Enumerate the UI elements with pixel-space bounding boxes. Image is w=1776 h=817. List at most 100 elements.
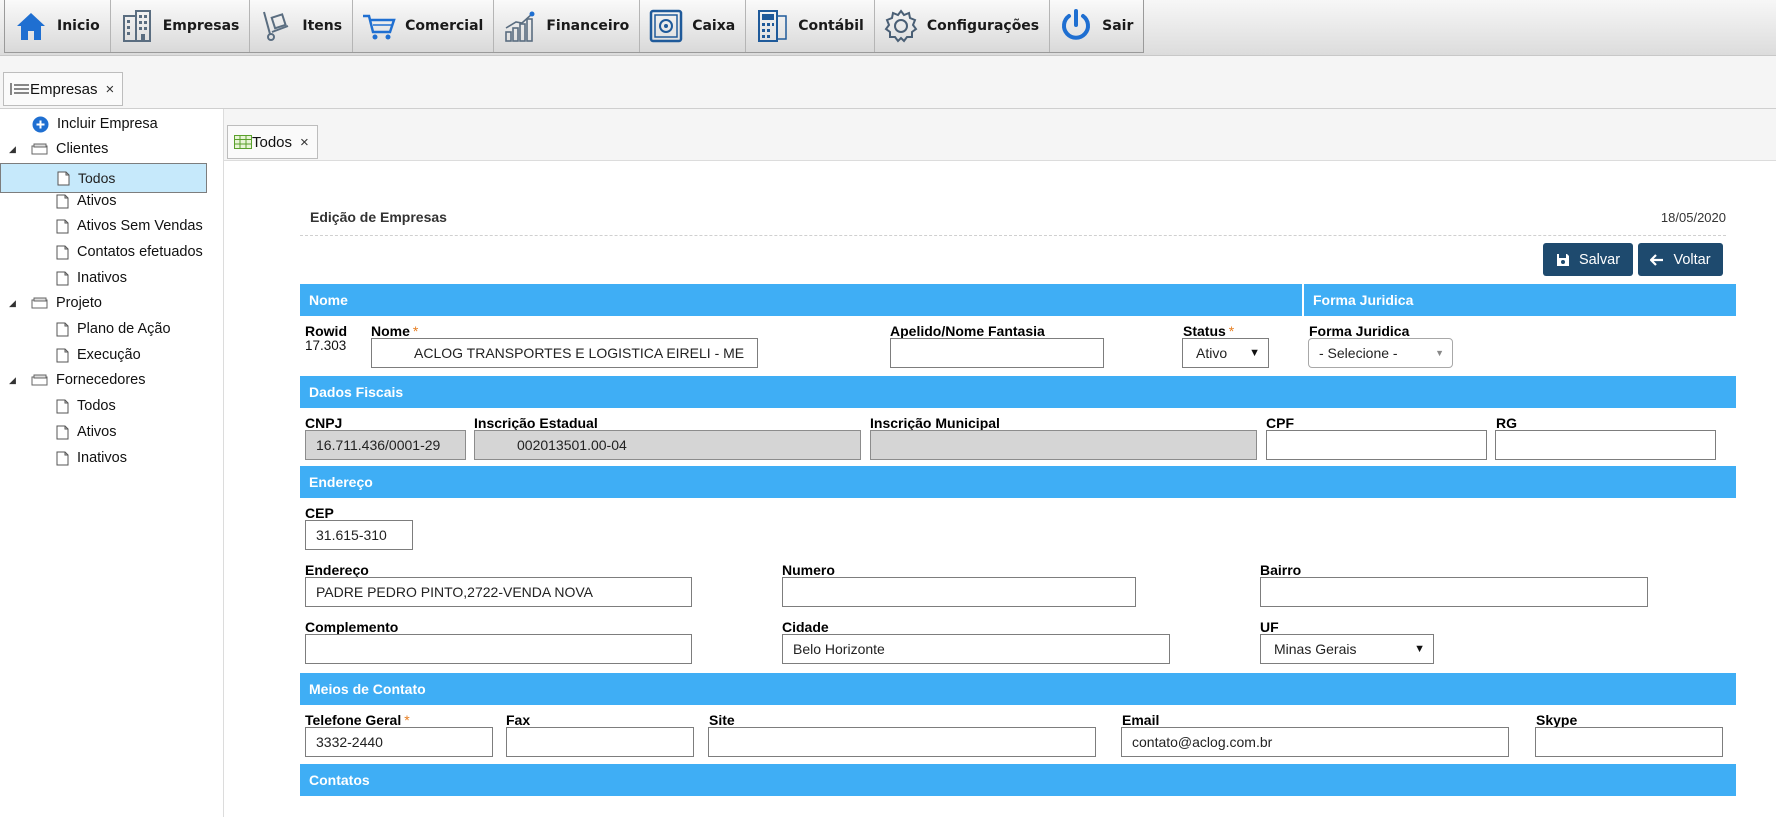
telefone-label-text: Telefone Geral (305, 712, 402, 728)
document-icon (56, 425, 69, 439)
document-icon (56, 451, 69, 465)
sidebar-item-label: Plano de Ação (77, 321, 171, 337)
tab-todos-label: Todos (252, 133, 293, 151)
page-title: Edição de Empresas (310, 209, 447, 225)
top-menu-bar: Inicio Empresas Itens Comercial Financei… (0, 0, 1776, 56)
site-input[interactable] (708, 727, 1096, 757)
document-icon (57, 171, 70, 185)
sidebar-item-plano-acao[interactable]: Plano de Ação (56, 317, 171, 341)
database-icon (31, 297, 48, 309)
save-button[interactable]: Salvar (1543, 243, 1633, 276)
menu-item-financeiro[interactable]: Financeiro (494, 0, 641, 52)
sidebar-item-label: Contatos efetuados (77, 244, 203, 260)
forma-juridica-select-value: - Selecione - (1319, 345, 1398, 361)
expand-arrow-icon[interactable]: ◢ (9, 298, 19, 309)
endereco-label: Endereço (305, 562, 369, 578)
close-icon[interactable]: × (106, 81, 115, 98)
endereco-input[interactable] (305, 577, 692, 607)
complemento-label: Complemento (305, 619, 399, 635)
menu-label-configuracoes: Configurações (926, 18, 1040, 34)
sidebar-item-clientes-ativos-sem-vendas[interactable]: Ativos Sem Vendas (56, 214, 203, 238)
shopping-cart-icon (363, 14, 396, 40)
sidebar-group-fornecedores[interactable]: ◢ Fornecedores (9, 368, 145, 392)
sidebar-group-projeto[interactable]: ◢ Projeto (9, 291, 102, 315)
cnpj-input[interactable] (305, 430, 466, 460)
required-mark: * (1228, 323, 1235, 339)
cidade-input[interactable] (782, 634, 1170, 664)
sidebar-group-clientes[interactable]: ◢ Clientes (9, 137, 108, 161)
tab-empresas[interactable]: Empresas × (3, 72, 124, 106)
section-forma-juridica-title: Forma Juridica (1302, 284, 1413, 316)
skype-input[interactable] (1535, 727, 1723, 757)
power-icon (1062, 9, 1091, 40)
expand-arrow-icon[interactable]: ◢ (9, 375, 19, 386)
menu-label-comercial: Comercial (405, 18, 484, 34)
forma-juridica-label: Forma Juridica (1309, 323, 1410, 339)
list-icon (10, 83, 29, 95)
inscricao-municipal-input[interactable] (870, 430, 1257, 460)
sidebar-item-label: Todos (77, 398, 116, 414)
forma-juridica-select[interactable]: - Selecione - ▼ (1308, 338, 1453, 368)
sidebar-item-fornecedores-todos[interactable]: Todos (56, 394, 116, 418)
menu-item-sair[interactable]: Sair (1050, 0, 1143, 52)
cpf-input[interactable] (1266, 430, 1487, 460)
complemento-input[interactable] (305, 634, 692, 664)
close-icon[interactable]: × (300, 134, 309, 151)
bairro-input[interactable] (1260, 577, 1648, 607)
sidebar-item-label: Inativos (77, 270, 127, 286)
apelido-input[interactable] (890, 338, 1104, 368)
fax-input[interactable] (506, 727, 694, 757)
email-input[interactable] (1121, 727, 1509, 757)
status-label-text: Status (1183, 323, 1226, 339)
numero-input[interactable] (782, 577, 1136, 607)
section-nome-title: Nome (309, 292, 348, 308)
sidebar-item-clientes-inativos[interactable]: Inativos (56, 266, 127, 290)
nome-input[interactable] (371, 338, 758, 368)
sidebar-item-execucao[interactable]: Execução (56, 343, 141, 367)
sidebar-item-fornecedores-ativos[interactable]: Ativos (56, 420, 117, 444)
rg-input[interactable] (1495, 430, 1716, 460)
expand-arrow-icon[interactable]: ◢ (9, 144, 19, 155)
sidebar-item-clientes-ativos[interactable]: Ativos (56, 189, 117, 213)
menu-item-contabil[interactable]: Contábil (746, 0, 875, 52)
hand-truck-icon (263, 11, 289, 41)
menu-item-empresas[interactable]: Empresas (111, 0, 251, 52)
sidebar-add-company[interactable]: Incluir Empresa (32, 112, 158, 136)
document-icon (56, 194, 69, 208)
rg-label: RG (1496, 415, 1517, 431)
inscricao-municipal-label: Inscrição Municipal (870, 415, 1000, 431)
menu-item-itens[interactable]: Itens (250, 0, 354, 52)
menu-label-itens: Itens (302, 18, 343, 34)
section-endereco-title: Endereço (309, 474, 373, 490)
menu-label-contabil: Contábil (798, 18, 864, 34)
menu-label-inicio: Inicio (57, 18, 100, 34)
telefone-input[interactable] (305, 727, 493, 757)
back-button[interactable]: Voltar (1638, 243, 1723, 276)
menu-item-caixa[interactable]: Caixa (640, 0, 747, 52)
document-icon (56, 271, 69, 285)
site-label: Site (709, 712, 735, 728)
inscricao-estadual-input[interactable] (474, 430, 861, 460)
calculator-icon (758, 10, 787, 42)
tab-todos[interactable]: Todos × (227, 125, 318, 159)
rowid-value: 17.303 (305, 338, 347, 353)
document-icon (56, 348, 69, 362)
sidebar-group-label: Projeto (56, 295, 102, 311)
home-icon (17, 13, 45, 40)
section-meios-contato-title: Meios de Contato (309, 681, 426, 697)
sidebar-item-clientes-contatos[interactable]: Contatos efetuados (56, 240, 203, 264)
cep-input[interactable] (305, 520, 413, 550)
sidebar-item-fornecedores-inativos[interactable]: Inativos (56, 446, 127, 470)
section-contatos-title: Contatos (309, 772, 370, 788)
menu-item-comercial[interactable]: Comercial (353, 0, 495, 52)
document-icon (56, 245, 69, 259)
menu-item-configuracoes[interactable]: Configurações (875, 0, 1051, 52)
status-select[interactable]: Ativo ▼ (1182, 338, 1269, 368)
status-label: Status * (1183, 323, 1234, 339)
menu-label-caixa: Caixa (692, 18, 736, 34)
uf-select[interactable]: Minas Gerais ▼ (1260, 634, 1434, 664)
sidebar-item-label: Inativos (77, 450, 127, 466)
menu-label-financeiro: Financeiro (546, 18, 630, 34)
menu-item-inicio[interactable]: Inicio (5, 0, 111, 52)
tab-empresas-label: Empresas (30, 80, 98, 98)
